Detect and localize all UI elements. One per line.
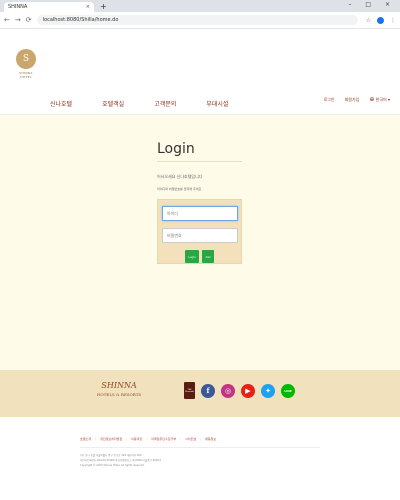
footer-brand-bar: SHINNA HOTELS & RESORTS THE Shinnadi f ◎… <box>0 370 400 417</box>
magazine-label-2: Shinnadi <box>185 390 194 393</box>
footer-link[interactable]: 이용약관 <box>131 437 142 441</box>
tab-close-icon[interactable]: × <box>86 4 90 10</box>
social-links: THE Shinnadi f ◎ ▶ ✦ LINE <box>184 382 295 399</box>
copyright: Copyright © 2020 Shinna Hotel. All right… <box>80 464 145 467</box>
star-icon[interactable]: ☆ <box>366 17 371 24</box>
menu-item-facilities[interactable]: 부대시설 <box>206 99 228 108</box>
menu-icon[interactable]: ⋮ <box>390 17 396 24</box>
footer-link[interactable]: 사이트맵 <box>185 437 196 441</box>
url-text: localhost:8080/Shilla/home.do <box>42 17 119 23</box>
logo-emblem-icon: S <box>16 49 36 69</box>
footer-link[interactable]: 개인정보처리방침 <box>100 437 122 441</box>
chevron-down-icon: ▾ <box>387 97 390 102</box>
footer: 호텔소개 | 개인정보처리방침 | 이용약관 | 이메일무단수집거부 | 사이트맵 | 채… <box>0 417 400 500</box>
footer-link[interactable]: 이메일무단수집거부 <box>151 437 176 441</box>
join-link[interactable]: 회원가입 <box>345 97 360 103</box>
facebook-icon[interactable]: f <box>201 383 215 398</box>
brand-sub: HOTELS & RESORTS <box>97 392 142 397</box>
reload-icon[interactable]: ⟳ <box>26 16 32 24</box>
tab-title: SHINNA <box>8 4 28 10</box>
back-icon[interactable]: ← <box>4 16 10 24</box>
menu-item-rooms[interactable]: 호텔객실 <box>102 99 124 108</box>
browser-toolbar: ← → ⟳ localhost:8080/Shilla/home.do ☆ ⋮ <box>0 12 400 29</box>
menu-item-inquiry[interactable]: 고객문의 <box>154 99 176 108</box>
notice-text: 아이디와 비밀번호를 입력해 주세요 <box>157 187 202 191</box>
login-panel: Login Join <box>157 199 242 264</box>
address-bar[interactable]: localhost:8080/Shilla/home.do <box>36 15 358 25</box>
login-link[interactable]: 로그인 <box>324 97 335 103</box>
twitter-icon[interactable]: ✦ <box>261 383 275 398</box>
logo-text: SHINNA HOTEL <box>19 71 33 79</box>
menu-item-hotel[interactable]: 신나호텔 <box>50 99 72 108</box>
browser-tab[interactable]: SHINNA × <box>4 2 94 12</box>
footer-links: 호텔소개 | 개인정보처리방침 | 이용약관 | 이메일무단수집거부 | 사이트맵 | 채… <box>80 437 217 441</box>
window-controls[interactable]: – □ × <box>348 1 396 8</box>
footer-brand: SHINNA HOTELS & RESORTS <box>97 381 141 397</box>
language-selector[interactable]: ⊕ 한국어 ▾ <box>369 96 390 103</box>
welcome-text: 어서오세요 신나호텔입니다 <box>157 174 203 179</box>
join-button[interactable]: Join <box>202 250 214 263</box>
page-title: Login <box>157 141 242 162</box>
instagram-icon[interactable]: ◎ <box>221 383 235 398</box>
footer-link[interactable]: 호텔소개 <box>80 437 91 441</box>
language-label: 한국어 <box>375 97 387 102</box>
brand-name: SHINNA <box>101 381 137 390</box>
footer-divider <box>80 447 320 448</box>
profile-avatar[interactable] <box>377 16 384 24</box>
forward-icon[interactable]: → <box>15 16 21 24</box>
password-input[interactable] <box>162 228 238 243</box>
youtube-icon[interactable]: ▶ <box>241 383 255 398</box>
id-input[interactable] <box>162 206 238 221</box>
utility-links: 로그인 회원가입 ⊕ 한국어 ▾ <box>324 96 390 103</box>
login-button[interactable]: Login <box>185 250 199 263</box>
login-section: Login 어서오세요 신나호텔입니다 아이디와 비밀번호를 입력해 주세요 L… <box>0 115 400 370</box>
new-tab-button[interactable]: + <box>100 2 107 12</box>
browser-tab-bar: SHINNA × + – □ × <box>0 0 400 12</box>
globe-icon: ⊕ <box>369 96 375 103</box>
footer-link[interactable]: 채용정보 <box>205 437 216 441</box>
magazine-icon[interactable]: THE Shinnadi <box>184 382 195 399</box>
line-icon[interactable]: LINE <box>281 383 295 398</box>
hotel-logo[interactable]: S SHINNA HOTEL <box>14 49 38 79</box>
site-header: S SHINNA HOTEL 신나호텔 호텔객실 고객문의 부대시설 로그인 회… <box>0 29 400 115</box>
company-info: (주) 신나 호텔 서울특별시 중구 동호로 249 대표이사 000 사업자등… <box>80 453 161 468</box>
main-menu: 신나호텔 호텔객실 고객문의 부대시설 <box>50 99 258 108</box>
